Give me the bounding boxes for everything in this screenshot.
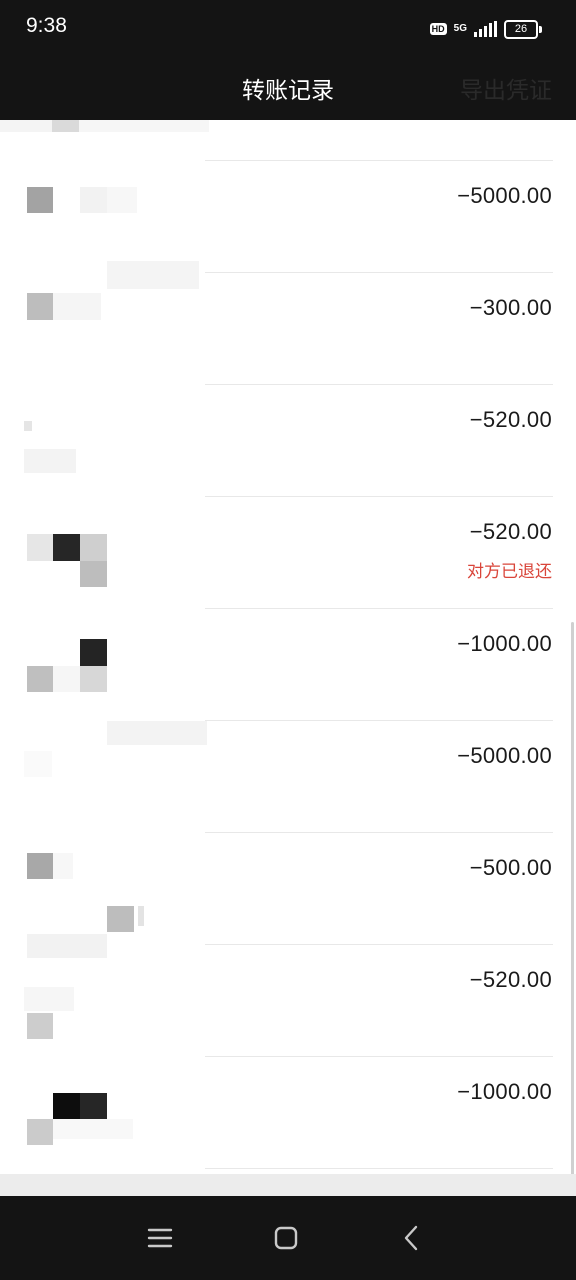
redacted-block: [107, 721, 207, 745]
redacted-block: [24, 751, 52, 777]
redacted-block: [138, 906, 144, 926]
status-time: 9:38: [26, 14, 67, 37]
scrollbar[interactable]: [571, 622, 574, 1174]
transfer-record[interactable]: −1000.00: [0, 1057, 576, 1169]
redacted-block: [80, 1093, 107, 1119]
record-amount: −1000.00: [457, 1079, 552, 1104]
record-status: 对方已退还: [467, 562, 552, 582]
transfer-record[interactable]: −520.00 对方已退还: [0, 497, 576, 609]
redacted-block: [53, 853, 73, 879]
signal-icon: [474, 21, 497, 37]
redacted-block: [24, 987, 74, 1011]
status-icons: HD 5G 26: [429, 17, 542, 41]
transfer-record[interactable]: −300.00: [0, 273, 576, 385]
redacted-block: [24, 421, 32, 431]
redacted-block: [24, 449, 76, 473]
transfer-record[interactable]: −5000.00: [0, 721, 576, 833]
redacted-block: [27, 293, 53, 320]
redacted-block: [53, 1119, 133, 1139]
redacted-block: [27, 187, 53, 213]
list-divider: [205, 1168, 553, 1169]
redacted-block: [53, 666, 80, 692]
battery-level: 26: [504, 19, 538, 39]
transfer-record[interactable]: −500.00: [0, 833, 576, 945]
record-amount: −5000.00: [457, 743, 552, 768]
record-amount: −520.00: [469, 407, 552, 432]
redacted-block: [80, 534, 107, 561]
list-footer: [0, 1174, 576, 1196]
network-type-label: 5G: [453, 23, 467, 34]
redacted-block: [107, 273, 199, 289]
redacted-block: [107, 187, 137, 213]
redacted-block: [80, 639, 107, 666]
redacted-block: [52, 120, 79, 132]
redacted-block: [27, 1013, 53, 1039]
back-icon[interactable]: [392, 1218, 432, 1258]
home-icon[interactable]: [266, 1218, 306, 1258]
transfer-record[interactable]: −520.00: [0, 385, 576, 497]
export-voucher-button[interactable]: 导出凭证: [460, 71, 552, 105]
app-header: 转账记录 导出凭证: [0, 58, 576, 120]
redacted-block: [80, 187, 107, 213]
redacted-block: [0, 120, 52, 132]
redacted-block: [27, 666, 53, 692]
redacted-block: [107, 261, 199, 273]
redacted-block: [27, 853, 53, 879]
redacted-block: [53, 293, 101, 320]
redacted-block: [79, 120, 209, 132]
redacted-block: [27, 1119, 53, 1145]
redacted-block: [80, 666, 107, 692]
status-bar: 9:38 HD 5G 26: [0, 0, 576, 58]
transfer-record[interactable]: −1000.00: [0, 609, 576, 721]
redacted-block: [53, 534, 80, 561]
redacted-block: [80, 561, 107, 587]
record-amount: −520.00: [469, 967, 552, 992]
record-amount: −500.00: [469, 855, 552, 880]
hd-badge: HD: [429, 23, 447, 35]
system-navigation-bar: [0, 1196, 576, 1280]
redacted-block: [27, 934, 107, 958]
transfer-record[interactable]: −520.00: [0, 934, 576, 1057]
redacted-block: [27, 534, 53, 561]
redacted-block: [53, 1093, 80, 1119]
record-amount: −5000.00: [457, 183, 552, 208]
battery-icon: 26: [504, 19, 542, 39]
menu-icon[interactable]: [140, 1218, 180, 1258]
record-amount: −1000.00: [457, 631, 552, 656]
transfer-record[interactable]: −5000.00: [0, 161, 576, 273]
transfer-record-list[interactable]: −5000.00 −300.00 −520.00 −520.00 对方已退还 −…: [0, 120, 576, 1174]
record-amount: −300.00: [469, 295, 552, 320]
redacted-block: [107, 906, 134, 932]
record-amount: −520.00: [469, 519, 552, 544]
